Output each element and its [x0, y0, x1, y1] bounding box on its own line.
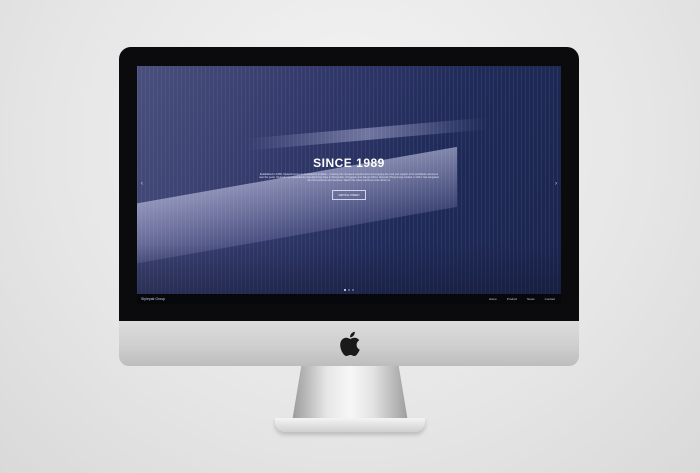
- imac-device: ‹ › SINCE 1989 Established in 1989, Styl…: [0, 0, 700, 473]
- slider-pagination: [344, 289, 354, 291]
- hero-description: Established in 1989, Stylepak Group is d…: [259, 173, 439, 183]
- website-screen: ‹ › SINCE 1989 Established in 1989, Styl…: [137, 66, 561, 304]
- watch-video-button[interactable]: WATCH VIDEO: [331, 189, 367, 200]
- stand-foot: [275, 418, 425, 432]
- stand-neck: [292, 366, 408, 422]
- site-footer-bar: Stylepak Group Home Product News Contact: [137, 294, 561, 304]
- apple-logo-icon: [340, 331, 360, 357]
- slider-dot[interactable]: [352, 289, 354, 291]
- nav-item-product[interactable]: Product: [507, 297, 517, 301]
- brand-name[interactable]: Stylepak Group: [141, 297, 165, 301]
- slider-dot[interactable]: [348, 289, 350, 291]
- nav-item-news[interactable]: News: [527, 297, 535, 301]
- nav-item-contact[interactable]: Contact: [545, 297, 555, 301]
- hero-title: SINCE 1989: [313, 156, 385, 170]
- slider-dot[interactable]: [344, 289, 346, 291]
- hero-section: SINCE 1989 Established in 1989, Stylepak…: [137, 156, 561, 201]
- footer-nav: Home Product News Contact: [489, 297, 555, 301]
- nav-item-home[interactable]: Home: [489, 297, 497, 301]
